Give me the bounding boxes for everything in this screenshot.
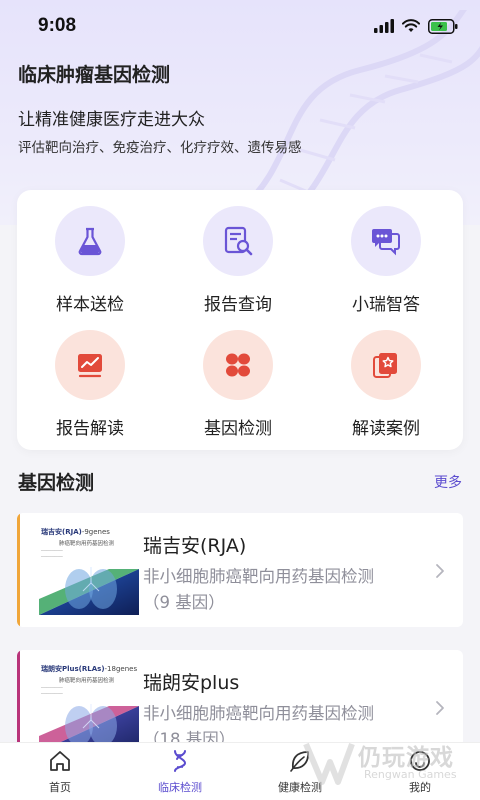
- status-bar: 9:08: [0, 0, 480, 52]
- report-search-icon: [224, 226, 253, 256]
- grid-icon-bg: [351, 206, 421, 276]
- tab-clinical-test[interactable]: 临床检测: [140, 749, 220, 795]
- product-card-rja[interactable]: 瑞吉安(RJA)-9genes 肺癌靶向用药基因检测 ──────── ────…: [17, 513, 463, 627]
- home-icon: [50, 751, 70, 771]
- product-description: 非小细胞肺癌靶向用药基因检测: [143, 704, 374, 723]
- more-link[interactable]: 更多: [434, 472, 462, 492]
- watermark-logo-icon: [303, 742, 355, 785]
- signal-icon: [374, 19, 394, 33]
- thumb-subtitle: 肺癌靶向用药基因检测: [59, 678, 115, 684]
- grid-label: 报告查询: [204, 295, 272, 315]
- watermark-text: 仍玩游戏: [358, 745, 454, 771]
- thumb-title: 瑞朗安Plus(RLAs)-18genes: [41, 665, 138, 673]
- grid-icon-bg: [55, 330, 125, 400]
- product-gene-count: （9 基因）: [143, 593, 225, 612]
- grid-item-gene-test[interactable]: 基因检测: [178, 330, 298, 440]
- chart-icon: [78, 354, 102, 378]
- hero-subtitle: 让精准健康医疗走进大众: [18, 110, 205, 130]
- thumb-subtitle: 肺癌靶向用药基因检测: [59, 541, 115, 547]
- grid-item-smart-qa[interactable]: 小瑞智答: [326, 206, 446, 316]
- watermark: 仍玩游戏 Rengwan Games: [300, 736, 480, 788]
- chat-bubbles-icon: [372, 229, 400, 256]
- tab-label: 临床检测: [158, 781, 202, 794]
- product-description: 非小细胞肺癌靶向用药基因检测: [143, 567, 374, 586]
- thumb-text-line: ────────: [41, 686, 63, 691]
- hero-tagline: 评估靶向治疗、免疫治疗、化疗疗效、遗传易感: [18, 140, 302, 156]
- product-name: 瑞吉安(RJA): [143, 535, 247, 557]
- flask-icon: [78, 227, 102, 256]
- section-title: 基因检测: [18, 472, 95, 494]
- grid-icon-bg: [203, 330, 273, 400]
- feature-grid-card: 样本送检 报告查询 小瑞智答 报告解读 基因检测 解读案例: [17, 190, 463, 450]
- grid-label: 基因检测: [204, 419, 272, 439]
- thumb-title: 瑞吉安(RJA)-9genes: [41, 528, 110, 536]
- watermark-subtext: Rengwan Games: [364, 768, 457, 781]
- grid-label: 样本送检: [56, 295, 124, 315]
- card-accent-bar: [17, 513, 20, 627]
- grid-item-case-study[interactable]: 解读案例: [326, 330, 446, 440]
- grid-icon-bg: [55, 206, 125, 276]
- tab-home[interactable]: 首页: [20, 749, 100, 795]
- battery-icon: [428, 18, 458, 34]
- status-time: 9:08: [38, 15, 77, 36]
- lung-illustration: [39, 567, 139, 615]
- chevron-right-icon: [436, 701, 444, 715]
- grid-icon-bg: [351, 330, 421, 400]
- grid-item-sample-submit[interactable]: 样本送检: [30, 206, 150, 316]
- dna-icon: [174, 750, 187, 772]
- thumb-text-line: ────────: [41, 549, 63, 554]
- product-name: 瑞朗安plus: [143, 672, 240, 694]
- grid-label: 小瑞智答: [352, 295, 420, 315]
- star-cards-icon: [373, 353, 397, 378]
- grid-icon-bg: [203, 206, 273, 276]
- product-thumbnail: 瑞朗安Plus(RLAs)-18genes 肺癌靶向用药基因检测 ───────…: [39, 662, 139, 752]
- grid-label: 报告解读: [56, 419, 124, 439]
- status-icons: [374, 18, 458, 34]
- page-title: 临床肿瘤基因检测: [18, 64, 171, 86]
- grid-item-report-query[interactable]: 报告查询: [178, 206, 298, 316]
- chevron-right-icon: [436, 564, 444, 578]
- tab-label: 首页: [49, 781, 71, 794]
- wifi-icon: [402, 19, 420, 32]
- grid-label: 解读案例: [352, 419, 420, 439]
- clover-icon: [226, 353, 250, 377]
- grid-item-report-interpret[interactable]: 报告解读: [30, 330, 150, 440]
- product-thumbnail: 瑞吉安(RJA)-9genes 肺癌靶向用药基因检测 ──────── ────…: [39, 525, 139, 615]
